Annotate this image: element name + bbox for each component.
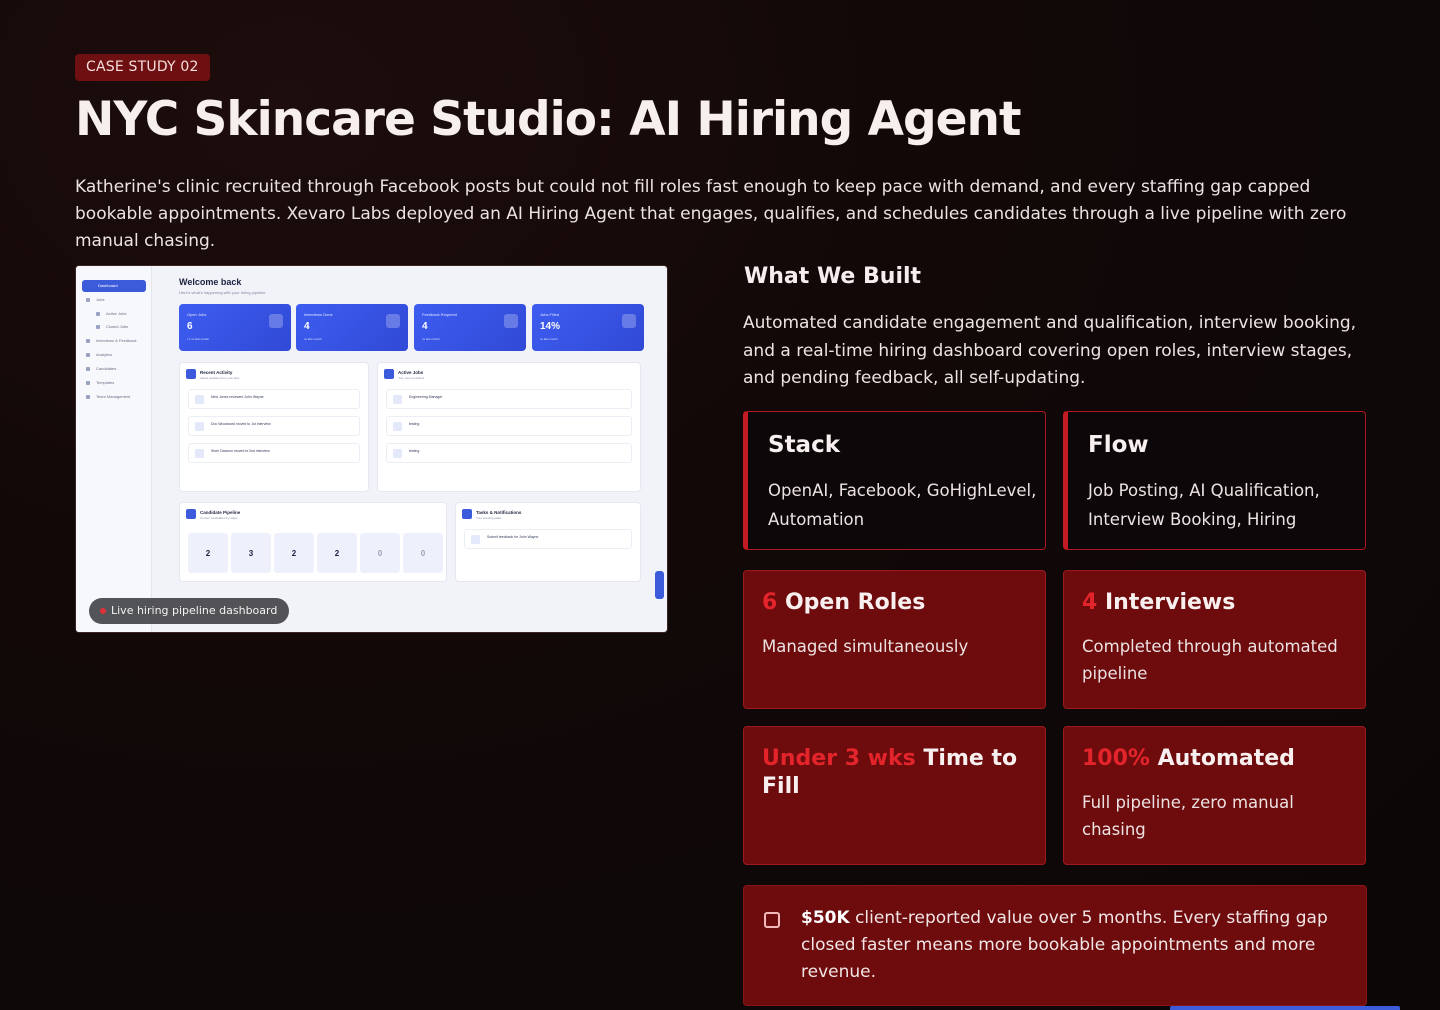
kpi-value: 4: [422, 321, 428, 332]
kpi-value: 14%: [540, 321, 561, 332]
bottom-accent-bar: [1170, 1006, 1400, 1010]
card-title: Under 3 wks Time to Fill: [762, 745, 1032, 801]
card-title: Flow: [1088, 432, 1149, 458]
panel-subtitle: Your open positions: [398, 376, 425, 380]
what-we-built-title: What We Built: [744, 264, 922, 289]
dashboard-welcome-sub: Here's what's happening with your hiring…: [179, 290, 266, 295]
pipeline-stage: 2: [274, 533, 314, 573]
kpi-sub: vs last month: [304, 337, 322, 341]
page-title: NYC Skincare Studio: AI Hiring Agent: [75, 92, 1021, 147]
stat-number: Under 3 wks: [762, 746, 916, 771]
case-study-badge: CASE STUDY 02: [75, 54, 210, 81]
kpi-card: Feedback Required 4 vs last month: [414, 304, 526, 351]
stat-number: 4: [1082, 590, 1098, 615]
open-roles-card: 6 Open Roles Managed simultaneously: [743, 570, 1046, 709]
panel-title: Candidate Pipeline: [200, 510, 241, 515]
stat-number: 6: [762, 590, 778, 615]
dashboard-welcome: Welcome back: [179, 277, 242, 287]
clipboard-icon: [504, 314, 518, 328]
pipeline-stage: 0: [360, 533, 400, 573]
interviews-card: 4 Interviews Completed through automated…: [1063, 570, 1366, 709]
card-body: Completed through automated pipeline: [1082, 637, 1338, 683]
card-title: 4 Interviews: [1082, 589, 1352, 617]
dashboard-sidebar: Dashboard Jobs Active Jobs Closed Jobs I…: [76, 266, 152, 632]
list-item: New Jones reviewed John Wayne: [188, 389, 360, 409]
chart-icon: [622, 314, 636, 328]
kpi-value: 6: [187, 321, 193, 332]
kpi-label: Feedback Required: [422, 312, 457, 317]
intro-paragraph: Katherine's clinic recruited through Fac…: [75, 177, 1347, 251]
kpi-sub: vs last month: [540, 337, 558, 341]
pipeline-icon: [186, 509, 196, 519]
tasks-panel: Tasks & Notifications Your pending tasks…: [455, 502, 641, 582]
active-jobs-panel: Active Jobs Your open positions Engineer…: [377, 362, 641, 492]
pipeline-stage: 2: [188, 533, 228, 573]
panel-title: Active Jobs: [398, 370, 424, 375]
card-body: Managed simultaneously: [762, 637, 969, 656]
what-we-built-text: Automated candidate engagement and quali…: [743, 313, 1357, 388]
sidebar-item-team: Team Management: [86, 395, 144, 399]
kpi-label: Interviews Done: [304, 312, 333, 317]
time-to-fill-card: Under 3 wks Time to Fill: [743, 726, 1046, 865]
feedback-tab: [655, 571, 664, 599]
sidebar-item-analytics: Analytics: [86, 353, 144, 357]
users-icon: [386, 314, 400, 328]
panel-subtitle: Your pending tasks: [476, 516, 502, 520]
sidebar-item-interviews: Interviews & Feedback: [86, 339, 144, 343]
dashboard-screenshot: Dashboard Jobs Active Jobs Closed Jobs I…: [75, 265, 668, 633]
screenshot-caption: Live hiring pipeline dashboard: [89, 598, 290, 624]
stat-number: 100%: [1082, 746, 1150, 771]
list-item: Submit feedback for John Wayne: [464, 529, 632, 549]
card-title: 100% Automated: [1082, 745, 1352, 773]
stat-label: Open Roles: [784, 590, 926, 615]
sidebar-item-closed-jobs: Closed Jobs: [96, 325, 154, 329]
panel-subtitle: Latest updates from your jobs: [200, 376, 240, 380]
list-item: Engineering Manager: [386, 389, 632, 409]
card-body: OpenAI, Facebook, GoHighLevel, Automatio…: [768, 481, 1037, 529]
sidebar-item-active-jobs: Active Jobs: [96, 312, 154, 316]
stat-label: Interviews: [1104, 590, 1236, 615]
value-callout: $50K client-reported value over 5 months…: [743, 885, 1367, 1006]
kpi-sub: +7 vs last month: [187, 337, 209, 341]
briefcase-icon: [269, 314, 283, 328]
activity-icon: [186, 369, 196, 379]
card-body: Job Posting, AI Qualification, Interview…: [1088, 481, 1320, 529]
panel-subtitle: Current candidates by stage: [200, 516, 238, 520]
briefcase-icon: [384, 369, 394, 379]
recent-activity-panel: Recent Activity Latest updates from your…: [179, 362, 369, 492]
list-item: testing: [386, 443, 632, 463]
value-description: client-reported value over 5 months. Eve…: [801, 908, 1328, 982]
value-text: $50K client-reported value over 5 months…: [801, 905, 1341, 986]
stat-label: Automated: [1157, 746, 1295, 771]
panel-title: Tasks & Notifications: [476, 510, 522, 515]
list-item: Doc Woodward moved to 1st interview: [188, 416, 360, 436]
kpi-sub: vs last month: [422, 337, 440, 341]
bell-icon: [462, 509, 472, 519]
sidebar-item-dashboard: Dashboard: [82, 280, 146, 292]
kpi-card: Open Jobs 6 +7 vs last month: [179, 304, 291, 351]
kpi-label: Open Jobs: [187, 312, 207, 317]
candidate-pipeline-panel: Candidate Pipeline Current candidates by…: [179, 502, 447, 582]
pipeline-stage: 0: [403, 533, 443, 573]
sidebar-item-jobs: Jobs: [86, 298, 144, 302]
value-amount: $50K: [801, 908, 850, 928]
kpi-card: Interviews Done 4 vs last month: [296, 304, 408, 351]
list-item: Sheri Dawson moved to 2nd interview: [188, 443, 360, 463]
flow-card: Flow Job Posting, AI Qualification, Inte…: [1063, 411, 1366, 550]
list-item: testing: [386, 416, 632, 436]
pipeline-stage: 2: [317, 533, 357, 573]
kpi-value: 4: [304, 321, 310, 332]
note-icon: [764, 912, 780, 928]
kpi-card: Jobs Filled 14% vs last month: [532, 304, 644, 351]
stack-card: Stack OpenAI, Facebook, GoHighLevel, Aut…: [743, 411, 1046, 550]
sidebar-item-candidates: Candidates: [86, 367, 144, 371]
pipeline-stage: 3: [231, 533, 271, 573]
sidebar-item-templates: Templates: [86, 381, 144, 385]
automated-card: 100% Automated Full pipeline, zero manua…: [1063, 726, 1366, 865]
card-title: Stack: [768, 432, 841, 458]
panel-title: Recent Activity: [200, 370, 233, 375]
card-title: 6 Open Roles: [762, 589, 1032, 617]
card-body: Full pipeline, zero manual chasing: [1082, 793, 1294, 839]
kpi-label: Jobs Filled: [540, 312, 560, 317]
